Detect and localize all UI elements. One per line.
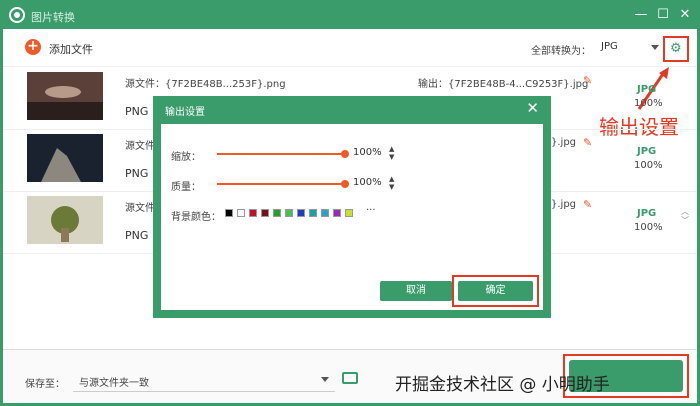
- ok-highlight: 确定: [452, 275, 539, 307]
- watermark-text: 开掘金技术社区 @ 小明助手: [395, 375, 610, 395]
- edit-icon[interactable]: ✎: [583, 198, 592, 211]
- scale-stepper-icon[interactable]: ▲ ▼: [389, 145, 394, 161]
- format-value: JPG: [601, 41, 618, 52]
- source-file-name: 源文件：{7F2BE48B...253F}.png: [125, 79, 286, 90]
- minimize-icon[interactable]: —: [633, 7, 649, 23]
- thumbnail-image: [27, 134, 103, 182]
- color-swatch[interactable]: [285, 209, 293, 217]
- thumbnail-image: [27, 196, 103, 244]
- color-swatch[interactable]: [273, 209, 281, 217]
- chevron-down-icon: [651, 45, 659, 50]
- output-file-name: 输出：{7F2BE48B-4...C9253F}.jpg: [418, 79, 589, 90]
- scale-value: 100%: [353, 147, 382, 158]
- reorder-arrows-icon[interactable]: ︿ ﹀: [681, 207, 689, 225]
- cancel-button[interactable]: 取消: [380, 281, 452, 301]
- add-file-icon[interactable]: +: [25, 39, 41, 55]
- dialog-body: 缩放： 100% ▲ ▼ 质量： 100% ▲ ▼ 背景颜色： ··· 取消 确定: [161, 124, 543, 310]
- edit-icon[interactable]: ✎: [583, 74, 592, 87]
- scale-label: 缩放：: [171, 152, 201, 163]
- color-swatch[interactable]: [321, 209, 329, 217]
- source-file-name: 源文件: [125, 203, 155, 214]
- source-format: PNG: [125, 167, 149, 180]
- quality-slider-handle[interactable]: [341, 180, 349, 188]
- color-swatch[interactable]: [225, 209, 233, 217]
- convert-all-label: 全部转换为：: [531, 46, 591, 57]
- dialog-title: 输出设置: [165, 107, 205, 118]
- progress-percent: 100%: [634, 222, 663, 233]
- format-select[interactable]: JPG: [593, 38, 663, 58]
- add-file-button[interactable]: 添加文件: [49, 41, 93, 57]
- ok-button[interactable]: 确定: [458, 281, 533, 301]
- scale-slider-handle[interactable]: [341, 150, 349, 158]
- scale-slider[interactable]: [217, 153, 345, 155]
- quality-stepper-icon[interactable]: ▲ ▼: [389, 175, 394, 191]
- quality-slider[interactable]: [217, 183, 345, 185]
- close-icon[interactable]: ✕: [677, 7, 693, 23]
- color-swatch[interactable]: [309, 209, 317, 217]
- save-path-select[interactable]: 与源文件夹一致: [73, 368, 335, 392]
- app-window: 图片转换 — ☐ ✕ + 添加文件 全部转换为： JPG ⚙ 输出设置 源文件：…: [0, 0, 700, 406]
- save-to-label: 保存至：: [25, 379, 65, 390]
- window-title: 图片转换: [31, 11, 75, 24]
- background-color-label: 背景颜色：: [171, 212, 221, 223]
- title-bar: 图片转换 — ☐ ✕: [3, 3, 697, 29]
- quality-label: 质量：: [171, 182, 201, 193]
- footer: 保存至： 与源文件夹一致 开掘金技术社区 @ 小明助手: [3, 349, 697, 403]
- output-file-name: }.jpg: [551, 137, 577, 148]
- dialog-close-icon[interactable]: ✕: [526, 99, 539, 117]
- output-file-name: }.jpg: [551, 199, 577, 210]
- maximize-icon[interactable]: ☐: [655, 7, 671, 23]
- source-format: PNG: [125, 105, 149, 118]
- chevron-down-icon: [321, 377, 329, 382]
- target-format: JPG: [637, 208, 657, 219]
- save-path-value: 与源文件夹一致: [79, 378, 149, 389]
- color-swatch[interactable]: [261, 209, 269, 217]
- color-swatch[interactable]: [297, 209, 305, 217]
- folder-icon[interactable]: [342, 372, 358, 384]
- source-format: PNG: [125, 229, 149, 242]
- thumbnail-image: [27, 72, 103, 120]
- settings-highlight: ⚙: [663, 36, 689, 62]
- toolbar: + 添加文件 全部转换为： JPG ⚙: [3, 29, 697, 67]
- edit-icon[interactable]: ✎: [583, 136, 592, 149]
- quality-value: 100%: [353, 177, 382, 188]
- color-swatch[interactable]: [249, 209, 257, 217]
- source-file-name: 源文件: [125, 141, 155, 152]
- color-swatch[interactable]: [237, 209, 245, 217]
- target-format: JPG: [637, 146, 657, 157]
- app-logo-icon: [9, 7, 25, 23]
- more-colors-button[interactable]: ···: [366, 205, 376, 216]
- output-settings-dialog: 输出设置 ✕ 缩放： 100% ▲ ▼ 质量： 100% ▲ ▼ 背景颜色： ···…: [153, 96, 551, 318]
- color-swatch[interactable]: [333, 209, 341, 217]
- target-format: JPG: [637, 84, 657, 95]
- gear-icon[interactable]: ⚙: [670, 42, 682, 56]
- color-swatch[interactable]: [345, 209, 353, 217]
- progress-percent: 100%: [634, 160, 663, 171]
- progress-percent: 100%: [634, 98, 663, 109]
